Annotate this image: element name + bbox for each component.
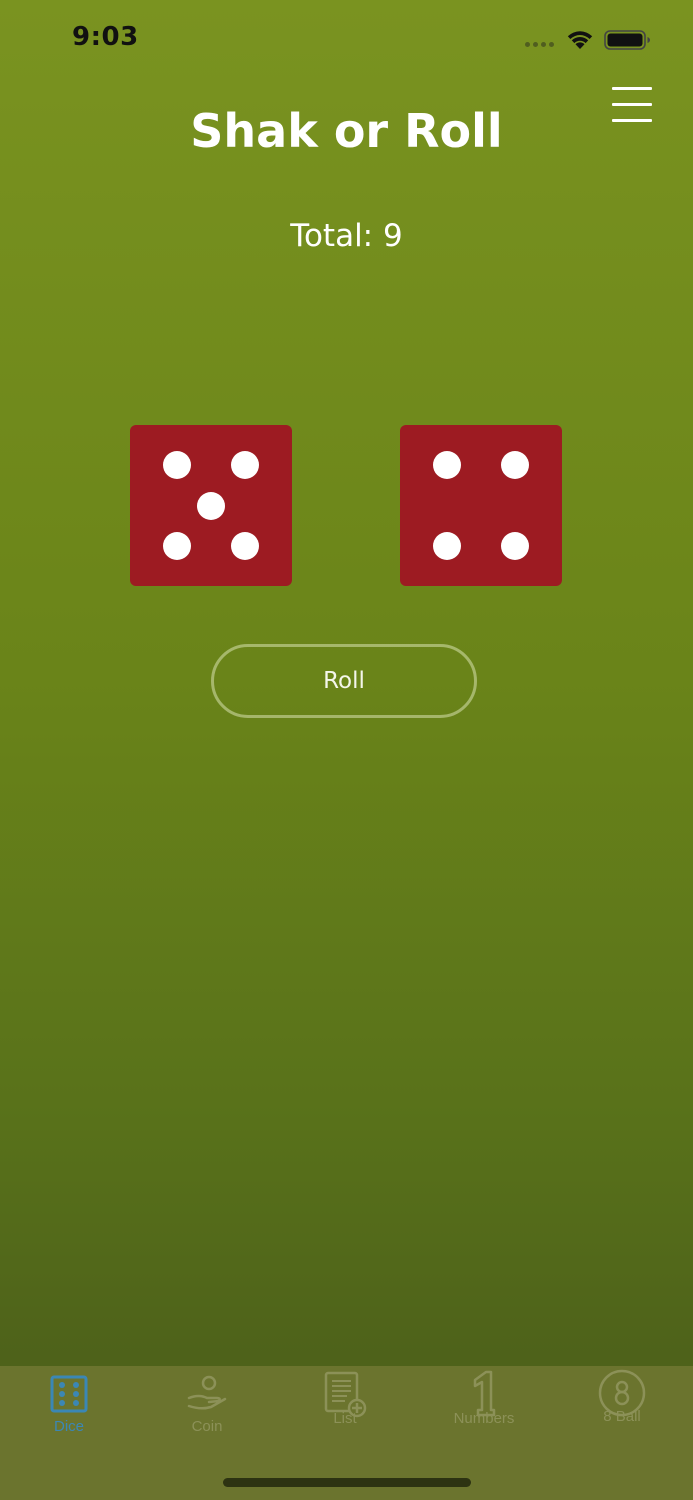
tab-numbers[interactable]: Numbers xyxy=(415,1370,553,1454)
die-pip xyxy=(231,451,259,479)
die-pip xyxy=(501,451,529,479)
battery-icon xyxy=(604,30,650,50)
tab-label: Coin xyxy=(191,1418,223,1435)
die-pip xyxy=(163,532,191,560)
die-1[interactable] xyxy=(130,425,292,586)
tab-coin[interactable]: Coin xyxy=(138,1374,276,1454)
tab-label: List xyxy=(333,1410,357,1427)
die-2[interactable] xyxy=(400,425,562,586)
page-title: Shak or Roll xyxy=(190,104,503,158)
cellular-signal-icon xyxy=(525,42,554,47)
dice-icon xyxy=(50,1375,88,1413)
roll-button[interactable]: Roll xyxy=(211,644,477,718)
coin-hand-icon xyxy=(187,1375,227,1410)
die-pip xyxy=(197,492,225,520)
tab-label: 8 Ball xyxy=(603,1408,641,1425)
tab-8-ball[interactable]: 8 Ball xyxy=(553,1369,691,1454)
die-pip xyxy=(433,532,461,560)
die-pip xyxy=(231,532,259,560)
die-pip xyxy=(163,451,191,479)
status-bar: 9:03 xyxy=(0,0,693,80)
die-pip xyxy=(433,451,461,479)
die-pip xyxy=(501,532,529,560)
tab-label: Numbers xyxy=(453,1410,515,1427)
tab-label: Dice xyxy=(53,1418,84,1435)
dice-total: Total: 9 xyxy=(290,218,403,254)
status-time: 9:03 xyxy=(72,22,139,52)
tab-list[interactable]: List xyxy=(276,1371,414,1454)
tab-dice[interactable]: Dice xyxy=(0,1374,138,1454)
home-indicator[interactable] xyxy=(223,1478,471,1487)
wifi-icon xyxy=(567,31,593,49)
